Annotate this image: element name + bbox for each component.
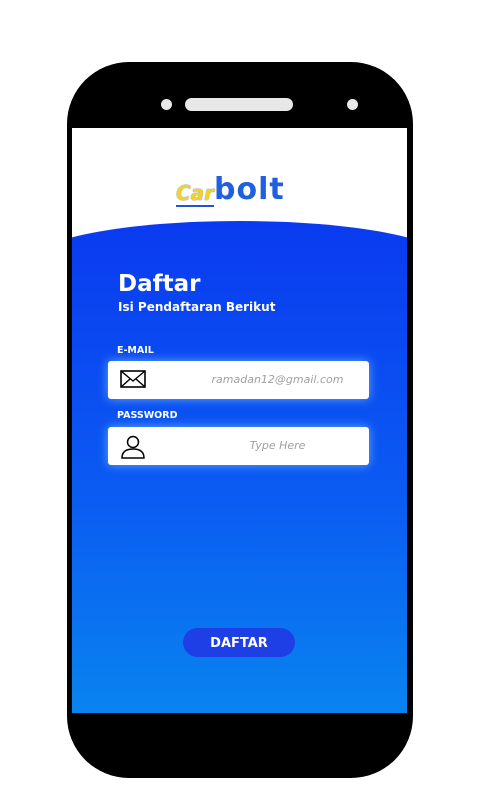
logo-bolt: bolt [214, 172, 285, 207]
page-subtitle: Isi Pendaftaran Berikut [118, 300, 276, 314]
envelope-icon [120, 369, 146, 393]
speaker-grille [185, 98, 293, 111]
camera-icon [161, 99, 172, 110]
daftar-button[interactable]: DAFTAR [183, 628, 295, 657]
logo-car: Car [176, 181, 215, 207]
sensor-icon [347, 99, 358, 110]
user-icon [120, 435, 146, 463]
page-title: Daftar [118, 271, 201, 297]
email-value: ramadan12@gmail.com [211, 373, 344, 386]
email-field[interactable]: ramadan12@gmail.com [108, 361, 369, 399]
app-screen: Car bolt Daftar Isi Pendaftaran Berikut … [72, 128, 407, 713]
password-field[interactable]: Type Here [108, 427, 369, 465]
app-logo: Car bolt [176, 172, 285, 207]
password-label: PASSWORD [117, 410, 178, 421]
password-placeholder: Type Here [249, 439, 306, 452]
email-label: E-MAIL [117, 345, 154, 356]
